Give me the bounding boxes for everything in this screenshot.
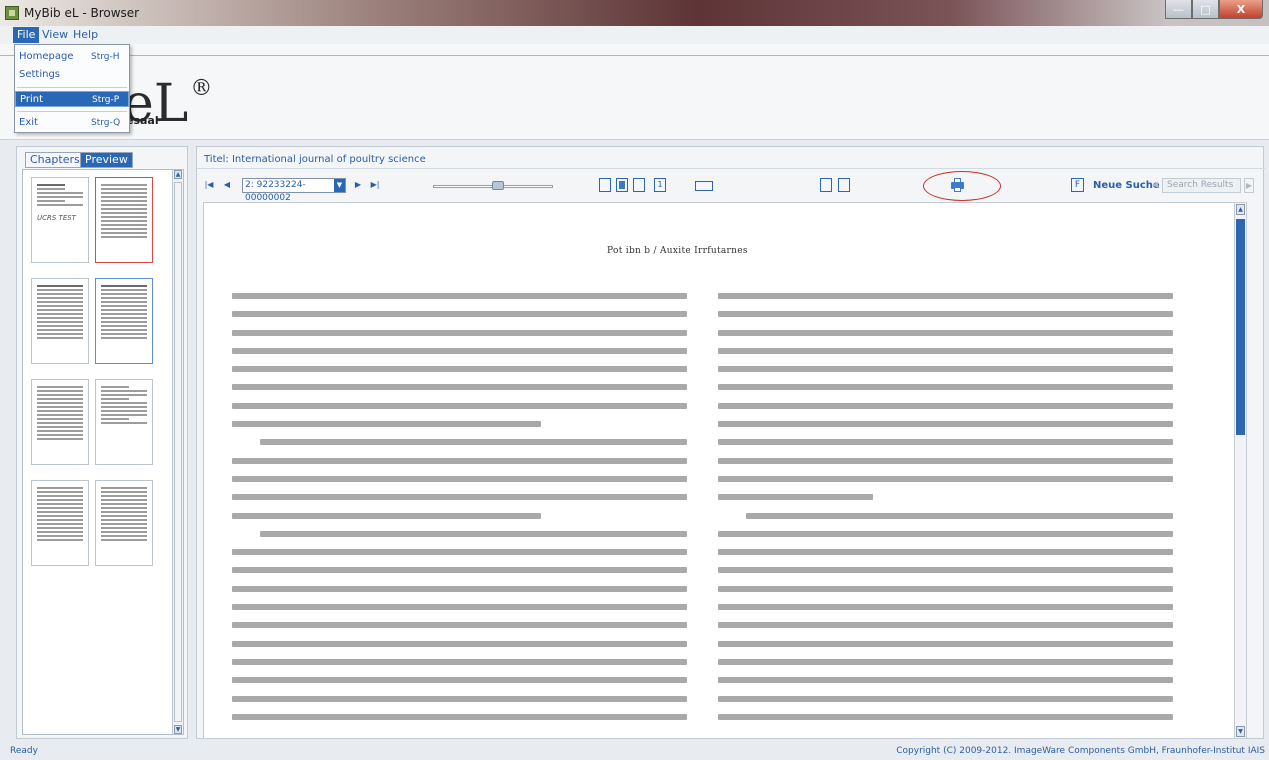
fulltext-search-icon[interactable]: F [1071,178,1084,192]
chevron-down-icon[interactable]: ▼ [334,179,345,192]
zoom-slider-handle[interactable] [492,181,504,190]
print-shortcut: Strg-P [92,95,120,105]
exit-label: Exit [19,117,38,128]
scroll-up-arrow-icon[interactable]: ▲ [174,170,182,179]
logo-registered-mark: ® [190,76,213,101]
fit-page-view-icon[interactable] [616,178,628,192]
file-menu-dropdown: Homepage Strg-H Settings Print Strg-P Ex… [14,44,130,133]
window-title-bar: MyBib eL - Browser — □ X [0,0,1269,26]
thumbnail-handwritten-note: UCRS TEST [37,214,76,222]
page-thumbnail-list: UCRS TEST ▲ ▼ [22,169,184,735]
document-panel: Titel: International journal of poultry … [196,146,1265,739]
new-search-link[interactable]: Neue Suche [1093,180,1160,191]
menu-help[interactable]: Help [69,27,102,43]
search-results-prev-icon[interactable]: ◀ [1152,178,1162,192]
exit-shortcut: Strg-Q [91,118,121,128]
scroll-thumb[interactable] [1236,219,1245,435]
status-bar: Ready Copyright (C) 2009-2012. ImageWare… [0,742,1269,760]
page-heading: Pot ibn b / Auxite Irrfutarnes [607,246,748,256]
homepage-label: Homepage [19,51,74,62]
menu-bar: File View Help [0,26,1269,44]
page-thumbnail-current[interactable] [95,177,153,263]
scroll-down-arrow-icon[interactable]: ▼ [1236,726,1245,737]
first-page-icon[interactable]: |◀ [203,179,215,192]
page-thumbnail[interactable] [95,278,153,364]
navigation-panel: Chapters Preview UCRS TEST ▲ ▼ [16,146,188,739]
window-controls: — □ X [1165,0,1263,19]
toolbar-divider [197,168,1265,169]
document-title: Titel: International journal of poultry … [204,154,426,165]
scroll-track[interactable] [174,182,182,722]
menu-separator [17,87,127,88]
menu-item-print[interactable]: Print Strg-P [15,91,129,107]
tab-chapters[interactable]: Chapters [25,152,85,168]
copyright-text: Copyright (C) 2009-2012. ImageWare Compo… [896,746,1265,756]
page-thumbnail[interactable] [31,480,89,566]
page-thumbnail[interactable] [95,379,153,465]
tab-preview[interactable]: Preview [80,152,133,168]
menu-item-settings[interactable]: Settings [15,67,129,83]
page-thumbnail[interactable] [31,379,89,465]
search-results-button[interactable]: Search Results [1162,178,1241,193]
window-title: MyBib eL - Browser [24,6,140,20]
page-select[interactable]: 2: 92233224-00000002 ▼ [242,178,346,203]
menu-file[interactable]: File [13,27,40,43]
scroll-up-arrow-icon[interactable]: ▲ [1236,204,1245,215]
page-text-column-left [232,293,687,732]
rotate-left-icon[interactable] [820,178,832,192]
page-select-value: 2: 92233224-00000002 [245,180,306,203]
header-divider [0,55,1269,56]
print-icon[interactable] [951,178,964,192]
page-text-column-right [718,293,1173,732]
page-thumbnail[interactable]: UCRS TEST [31,177,89,263]
document-page-view[interactable]: Pot ibn b / Auxite Irrfutarnes ▲ ▼ [203,202,1247,739]
annotate-icon[interactable] [695,181,713,191]
menu-item-exit[interactable]: Exit Strg-Q [15,115,129,131]
menu-item-homepage[interactable]: Homepage Strg-H [15,49,129,65]
page-thumbnail[interactable] [31,278,89,364]
last-page-icon[interactable]: ▶| [369,179,381,192]
rotate-right-icon[interactable] [838,178,850,192]
app-icon [5,6,19,20]
close-button[interactable]: X [1219,0,1263,19]
fit-width-view-icon[interactable] [633,178,645,192]
app-header: eL® esaal [0,44,1269,140]
menu-view[interactable]: View [38,27,72,43]
status-text: Ready [10,746,38,756]
document-scrollbar[interactable]: ▲ ▼ [1234,203,1246,738]
thumbnail-scrollbar[interactable]: ▲ ▼ [172,170,183,734]
next-page-icon[interactable]: ▶ [352,179,364,192]
search-results-next-icon[interactable]: ▶ [1244,178,1254,193]
app-subtitle: esaal [126,114,159,127]
header-bottom-divider [0,139,1269,140]
print-label: Print [20,94,44,105]
settings-label: Settings [19,69,61,80]
minimize-button[interactable]: — [1165,0,1192,19]
single-page-view-icon[interactable] [599,178,611,192]
menu-separator [17,111,127,112]
homepage-shortcut: Strg-H [91,52,120,62]
scroll-down-arrow-icon[interactable]: ▼ [174,725,182,734]
actual-size-icon[interactable]: 1 [654,178,666,192]
page-thumbnail[interactable] [95,480,153,566]
previous-page-icon[interactable]: ◀ [221,179,233,192]
maximize-button[interactable]: □ [1192,0,1219,19]
